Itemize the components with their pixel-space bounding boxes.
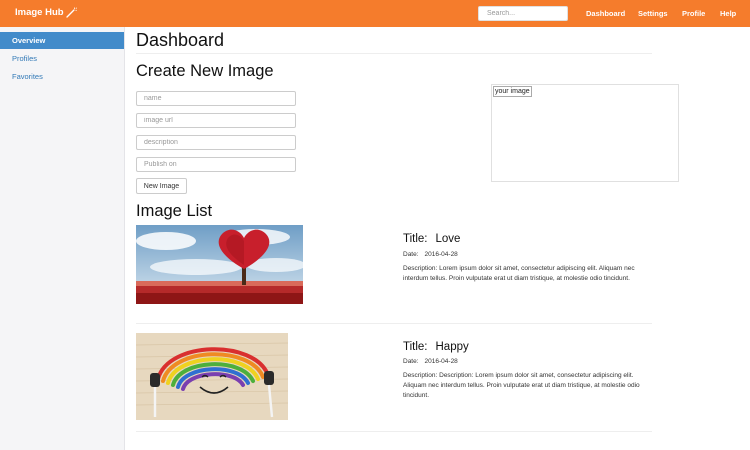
heart-tree-photo[interactable] (136, 225, 303, 304)
nav-settings[interactable]: Settings (638, 9, 668, 18)
sidebar-item-profiles[interactable]: Profiles (0, 50, 124, 67)
search-input[interactable] (478, 6, 568, 21)
rainbow-smile-photo[interactable] (136, 333, 288, 420)
sidebar: Overview Profiles Favorites (0, 27, 125, 450)
sidebar-item-favorites[interactable]: Favorites (0, 68, 124, 85)
item-description: Description: Lorem ipsum dolor sit amet,… (403, 265, 635, 282)
item-description: Description: Description: Lorem ipsum do… (403, 372, 640, 399)
top-navbar: Image Hub Dashboard Settings Profile Hel… (0, 0, 750, 27)
item-date: Date: 2016-04-28 (403, 358, 458, 365)
sidebar-item-overview[interactable]: Overview (0, 32, 124, 49)
nav-help[interactable]: Help (720, 9, 736, 18)
publish-on-field[interactable] (136, 157, 296, 172)
page-title: Dashboard (136, 30, 225, 50)
image-url-field[interactable] (136, 113, 296, 128)
magic-wand-icon (66, 7, 77, 18)
item-divider (136, 323, 652, 324)
image-preview-box: your image (491, 84, 679, 182)
item-title: Title: Happy (403, 341, 469, 353)
title-divider (136, 53, 652, 54)
name-field[interactable] (136, 91, 296, 106)
nav-dashboard[interactable]: Dashboard (586, 9, 625, 18)
item-title: Title: Love (403, 233, 461, 245)
create-heading: Create New Image (136, 62, 274, 80)
item-divider (136, 431, 652, 432)
preview-label: your image (493, 86, 532, 97)
image-list-heading: Image List (136, 202, 213, 220)
nav-profile[interactable]: Profile (682, 9, 705, 18)
new-image-button[interactable]: New Image (136, 178, 187, 194)
brand-name[interactable]: Image Hub (15, 7, 64, 18)
description-field[interactable] (136, 135, 296, 150)
item-date: Date: 2016-04-28 (403, 251, 458, 258)
